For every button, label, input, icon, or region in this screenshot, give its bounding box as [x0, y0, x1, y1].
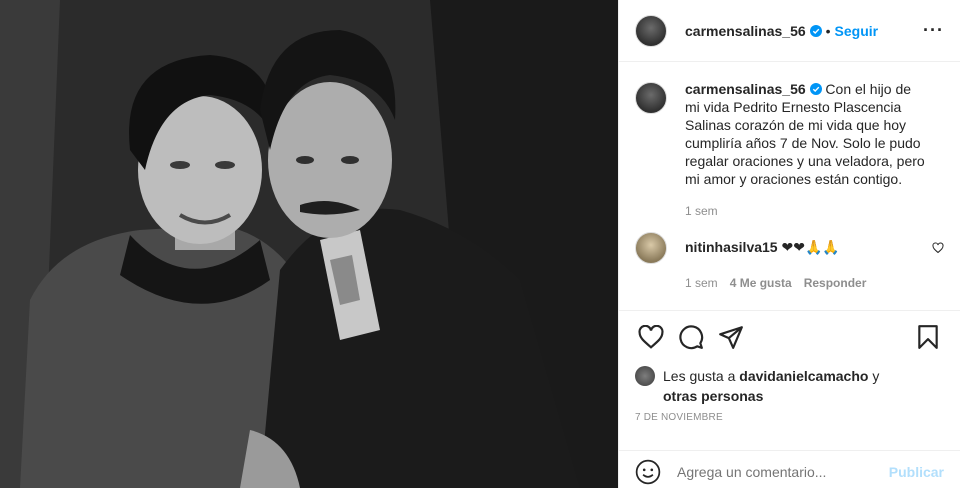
share-icon — [719, 325, 743, 349]
verified-icon — [809, 83, 822, 95]
caption-text: carmensalinas_56 Con el hijo de mi vida … — [685, 80, 925, 188]
separator-dot: • — [825, 22, 831, 39]
commenter-avatar[interactable] — [635, 232, 667, 264]
comment-item: nitinhasilva15 ❤❤🙏🙏 1 sem 4 Me gusta Res… — [635, 232, 944, 290]
verified-icon — [809, 24, 822, 37]
caption-time[interactable]: 1 sem — [685, 204, 925, 218]
comment-text: nitinhasilva15 ❤❤🙏🙏 — [685, 238, 866, 256]
action-bar — [619, 310, 960, 362]
caption: carmensalinas_56 Con el hijo de mi vida … — [635, 80, 944, 218]
post-side-panel: carmensalinas_56 • Seguir ··· carmensali… — [618, 0, 960, 488]
heart-icon — [638, 324, 664, 349]
comment-time[interactable]: 1 sem — [685, 276, 718, 290]
author-username[interactable]: carmensalinas_56 — [685, 23, 806, 39]
caption-avatar[interactable] — [635, 82, 667, 114]
photo-illustration — [0, 0, 618, 488]
save-button[interactable] — [908, 317, 948, 357]
follow-button[interactable]: Seguir — [835, 23, 879, 39]
post-header: carmensalinas_56 • Seguir ··· — [619, 0, 960, 62]
bookmark-icon — [918, 324, 938, 349]
liker-avatar[interactable] — [635, 366, 655, 386]
commenter-username[interactable]: nitinhasilva15 — [685, 239, 778, 255]
comments-section: carmensalinas_56 Con el hijo de mi vida … — [619, 62, 960, 310]
likes-prefix: Les gusta a — [663, 368, 740, 384]
like-comment-icon[interactable] — [932, 242, 944, 254]
comment-input[interactable] — [677, 463, 889, 480]
likes-connector: y — [868, 368, 880, 384]
publish-button[interactable]: Publicar — [889, 464, 944, 480]
comment-body: ❤❤🙏🙏 — [781, 239, 840, 255]
smile-icon[interactable] — [635, 459, 661, 485]
comment-meta: 1 sem 4 Me gusta Responder — [685, 276, 866, 290]
more-options-icon[interactable]: ··· — [923, 20, 944, 41]
comment-icon — [679, 324, 704, 349]
likes-others[interactable]: otras personas — [663, 388, 763, 404]
reply-button[interactable]: Responder — [804, 276, 867, 290]
comment-button[interactable] — [671, 317, 711, 357]
comment-likes[interactable]: 4 Me gusta — [730, 276, 792, 290]
caption-username[interactable]: carmensalinas_56 — [685, 81, 806, 97]
share-button[interactable] — [711, 317, 751, 357]
post-date[interactable]: 7 DE NOVIEMBRE — [635, 412, 723, 423]
liker-username[interactable]: davidanielcamacho — [739, 368, 868, 384]
like-button[interactable] — [631, 317, 671, 357]
author-avatar[interactable] — [635, 14, 667, 47]
likes-summary: Les gusta a davidanielcamacho y otras pe… — [635, 366, 944, 406]
post-photo[interactable] — [0, 0, 618, 488]
instagram-post: carmensalinas_56 • Seguir ··· carmensali… — [0, 0, 960, 488]
add-comment-bar: Publicar — [619, 450, 960, 488]
